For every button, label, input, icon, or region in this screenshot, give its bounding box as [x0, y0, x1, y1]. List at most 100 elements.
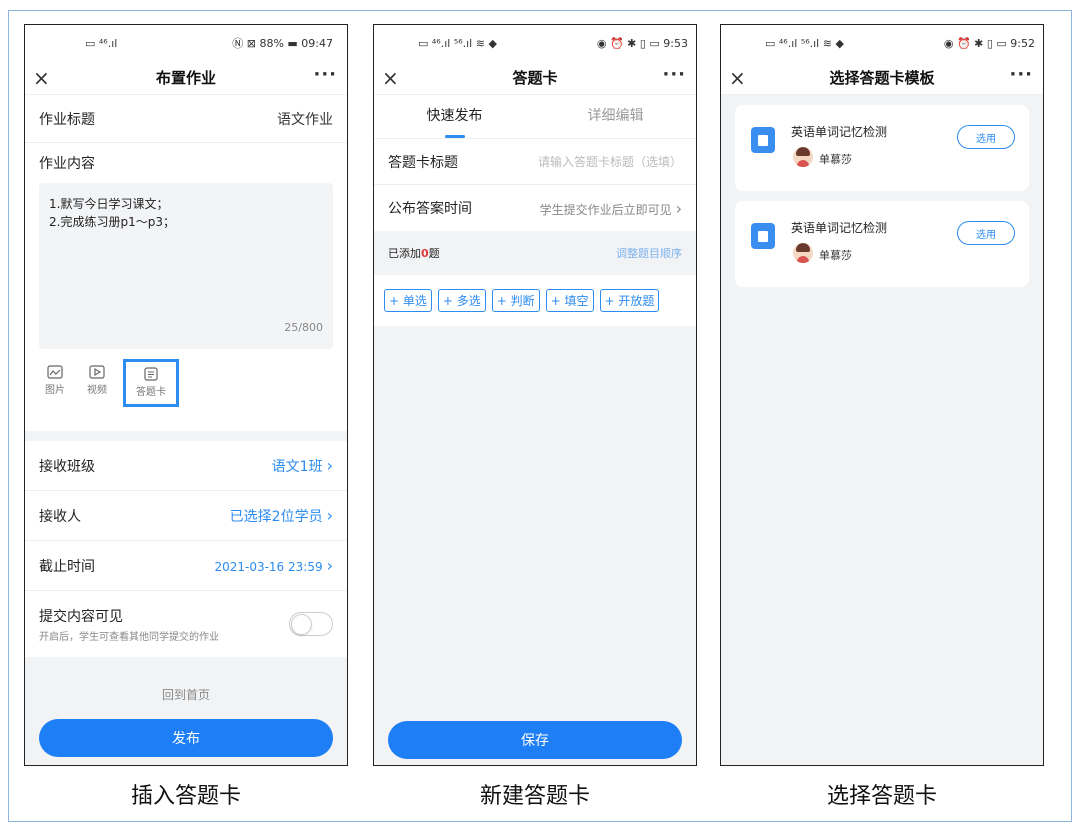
more-icon[interactable]: ··· [662, 64, 686, 85]
receiver-value: 已选择2位学员 [229, 508, 323, 525]
home-link[interactable]: 回到首页 [25, 671, 347, 717]
hw-content-wrap: 1.默写今日学习课文； 2.完成练习册p1～p3； 25/800 [25, 183, 347, 351]
phone-screen-new-answer-card: ▭ ⁴⁶.ıl ⁵⁶.ıl ≋ ◆ ◉ ⏰ ✱ ▯ ▭ 9:53 × 答题卡 ·… [373, 24, 697, 766]
added-row: 已添加0题 调整题目顺序 [374, 231, 696, 275]
more-icon[interactable]: ··· [313, 64, 337, 85]
phone-screen-choose-template: ▭ ⁴⁶.ıl ⁵⁶.ıl ≋ ◆ ◉ ⏰ ✱ ▯ ▭ 9:52 × 选择答题卡… [720, 24, 1044, 766]
visible-toggle[interactable] [289, 612, 333, 636]
caption-choose: 选择答题卡 [826, 784, 937, 809]
tab-detail-edit[interactable]: 详细编辑 [535, 95, 696, 138]
close-icon[interactable]: × [729, 66, 746, 90]
caption-insert: 插入答题卡 [130, 784, 241, 809]
receiver-label: 接收人 [39, 508, 81, 525]
card-title-input[interactable]: 请输入答题卡标题（选填） [538, 153, 682, 170]
content-line: 1.默写今日学习课文； [49, 197, 169, 211]
avatar [793, 147, 813, 167]
hw-content-textarea[interactable]: 1.默写今日学习课文； 2.完成练习册p1～p3； 25/800 [39, 183, 333, 349]
answer-card-icon [144, 367, 158, 381]
caption-new: 新建答题卡 [479, 784, 590, 809]
template-card[interactable]: 英语单词记忆检测 单慕莎 选用 [735, 201, 1029, 287]
save-button[interactable]: 保存 [388, 721, 682, 759]
phone-screen-assign-homework: ▭ ⁴⁶.ıl Ⓝ ⊠ 88% ▬ 09:47 × 布置作业 ··· 作业标题 … [24, 24, 348, 766]
question-type-chips: + 单选 + 多选 + 判断 + 填空 + 开放题 [374, 275, 696, 326]
added-suffix: 题 [428, 247, 440, 260]
title-bar: × 选择答题卡模板 ··· [721, 61, 1043, 95]
hw-title-value: 语文作业 [277, 111, 333, 128]
attach-label: 视频 [87, 385, 107, 396]
status-bar: ▭ ⁴⁶.ıl ⁵⁶.ıl ≋ ◆ ◉ ⏰ ✱ ▯ ▭ 9:52 [721, 25, 1043, 61]
add-true-false-button[interactable]: + 判断 [491, 289, 540, 312]
avatar [793, 243, 813, 263]
attach-label: 答题卡 [136, 387, 166, 398]
use-template-button[interactable]: 选用 [957, 221, 1015, 245]
content-line: 2.完成练习册p1～p3； [49, 215, 175, 229]
use-template-button[interactable]: 选用 [957, 125, 1015, 149]
added-count: 0 [421, 247, 429, 260]
status-left: ▭ ⁴⁶.ıl ⁵⁶.ıl ≋ ◆ [418, 36, 497, 50]
status-left: ▭ ⁴⁶.ıl [85, 36, 118, 50]
status-bar: ▭ ⁴⁶.ıl Ⓝ ⊠ 88% ▬ 09:47 [25, 25, 347, 61]
status-right: ◉ ⏰ ✱ ▯ ▭ 9:53 [596, 36, 688, 50]
add-fill-blank-button[interactable]: + 填空 [545, 289, 594, 312]
class-row[interactable]: 接收班级 语文1班 › [25, 441, 347, 491]
template-name: 英语单词记忆检测 [791, 221, 888, 235]
answer-time-label: 公布答案时间 [388, 201, 472, 217]
visible-desc: 开启后，学生可查看其他同学提交的作业 [39, 631, 219, 643]
status-right: Ⓝ ⊠ 88% ▬ 09:47 [232, 37, 333, 50]
video-icon [89, 365, 105, 379]
hw-content-label-row: 作业内容 [25, 143, 347, 183]
attach-answer-card-button[interactable]: 答题卡 [123, 359, 179, 407]
tab-quick-publish[interactable]: 快速发布 [374, 95, 535, 138]
publish-button[interactable]: 发布 [39, 719, 333, 757]
card-title-row[interactable]: 答题卡标题 请输入答题卡标题（选填） [374, 139, 696, 185]
add-multi-choice-button[interactable]: + 多选 [437, 289, 486, 312]
document-icon [751, 127, 775, 153]
status-right: ◉ ⏰ ✱ ▯ ▭ 9:52 [943, 36, 1035, 50]
add-open-question-button[interactable]: + 开放题 [599, 289, 660, 312]
added-prefix: 已添加 [388, 247, 421, 260]
visible-text: 提交内容可见 开启后，学生可查看其他同学提交的作业 [39, 606, 219, 643]
visible-label: 提交内容可见 [39, 608, 123, 625]
answer-time-value: 学生提交作业后立即可见 [539, 202, 672, 217]
template-name: 英语单词记忆检测 [791, 125, 888, 139]
template-card[interactable]: 英语单词记忆检测 单慕莎 选用 [735, 105, 1029, 191]
visible-row: 提交内容可见 开启后，学生可查看其他同学提交的作业 [25, 591, 347, 657]
close-icon[interactable]: × [33, 66, 50, 90]
more-icon[interactable]: ··· [1009, 64, 1033, 85]
added-count-text: 已添加0题 [388, 245, 440, 261]
chevron-right-icon: › [675, 198, 682, 218]
reorder-link[interactable]: 调整题目顺序 [616, 245, 682, 261]
attachment-bar: 图片 视频 答题卡 [25, 351, 347, 431]
hw-content-label: 作业内容 [39, 156, 95, 172]
status-left: ▭ ⁴⁶.ıl ⁵⁶.ıl ≋ ◆ [765, 36, 844, 50]
chevron-right-icon: › [326, 505, 333, 525]
hw-title-row[interactable]: 作业标题 语文作业 [25, 95, 347, 143]
deadline-row[interactable]: 截止时间 2021-03-16 23:59 › [25, 541, 347, 591]
deadline-value: 2021-03-16 23:59 [214, 560, 323, 574]
chevron-right-icon: › [326, 455, 333, 475]
status-bar: ▭ ⁴⁶.ıl ⁵⁶.ıl ≋ ◆ ◉ ⏰ ✱ ▯ ▭ 9:53 [374, 25, 696, 61]
hw-title-label: 作业标题 [39, 111, 95, 128]
template-author: 单慕莎 [819, 153, 852, 166]
deadline-label: 截止时间 [39, 558, 95, 575]
image-icon [47, 365, 63, 379]
card-title-label: 答题卡标题 [388, 154, 458, 171]
answer-time-row[interactable]: 公布答案时间 学生提交作业后立即可见 › [374, 185, 696, 231]
class-value: 语文1班 [271, 458, 323, 475]
attach-image-button[interactable]: 图片 [39, 365, 71, 431]
title-bar: × 布置作业 ··· [25, 61, 347, 95]
tab-bar: 快速发布 详细编辑 [374, 95, 696, 139]
char-count: 25/800 [284, 321, 323, 334]
title-bar: × 答题卡 ··· [374, 61, 696, 95]
receiver-row[interactable]: 接收人 已选择2位学员 › [25, 491, 347, 541]
class-label: 接收班级 [39, 458, 95, 475]
document-icon [751, 223, 775, 249]
page-title: 选择答题卡模板 [829, 69, 935, 87]
page-title: 布置作业 [155, 69, 216, 87]
close-icon[interactable]: × [382, 66, 399, 90]
add-single-choice-button[interactable]: + 单选 [384, 289, 432, 312]
page-title: 答题卡 [512, 69, 558, 87]
attach-video-button[interactable]: 视频 [81, 365, 113, 431]
